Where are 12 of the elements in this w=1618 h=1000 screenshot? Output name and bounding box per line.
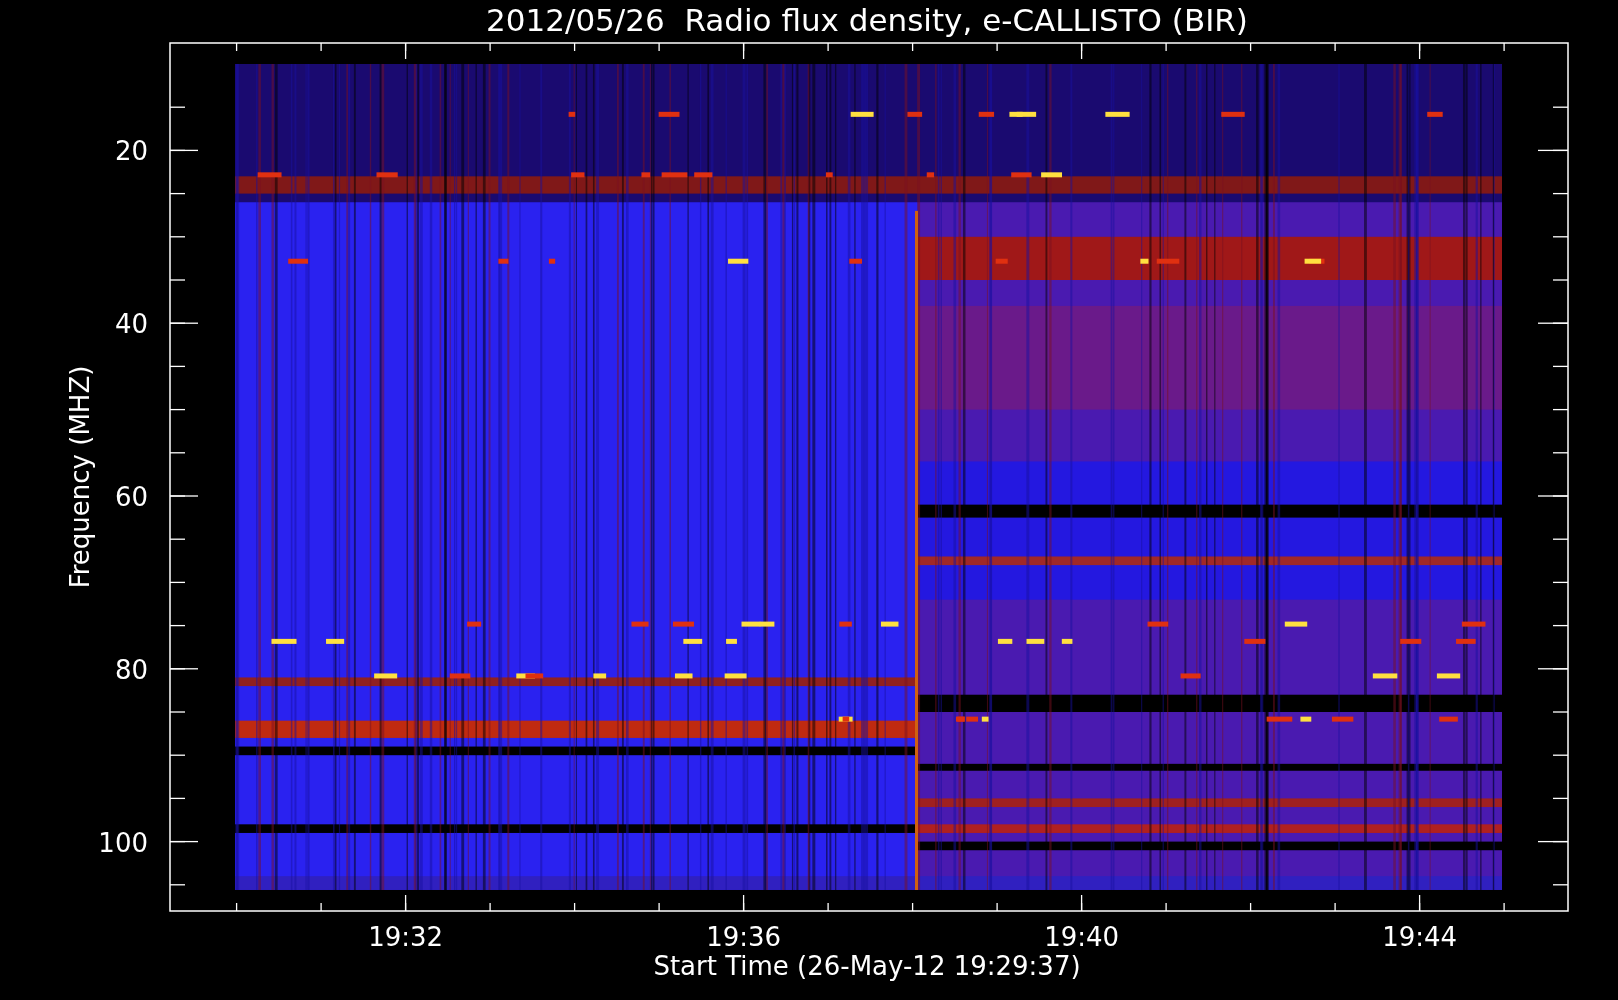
y-tick-label: 20 [114, 136, 148, 167]
x-tick-label: 19:32 [368, 922, 444, 952]
x-tick-label: 19:36 [706, 922, 782, 952]
x-axis-label: Start Time (26-May-12 19:29:37) [653, 951, 1081, 981]
chart-title: 2012/05/26 Radio flux density, e-CALLISTO (BIR) [486, 2, 1248, 38]
y-axis-label: Frequency (MHZ) [65, 365, 95, 589]
y-tick-label: 100 [98, 827, 148, 858]
y-tick-label: 60 [114, 482, 148, 512]
y-tick-label: 80 [114, 654, 148, 685]
x-tick-label: 19:40 [1044, 922, 1120, 952]
x-tick-label: 19:44 [1382, 922, 1458, 952]
y-tick-label: 40 [114, 309, 148, 340]
